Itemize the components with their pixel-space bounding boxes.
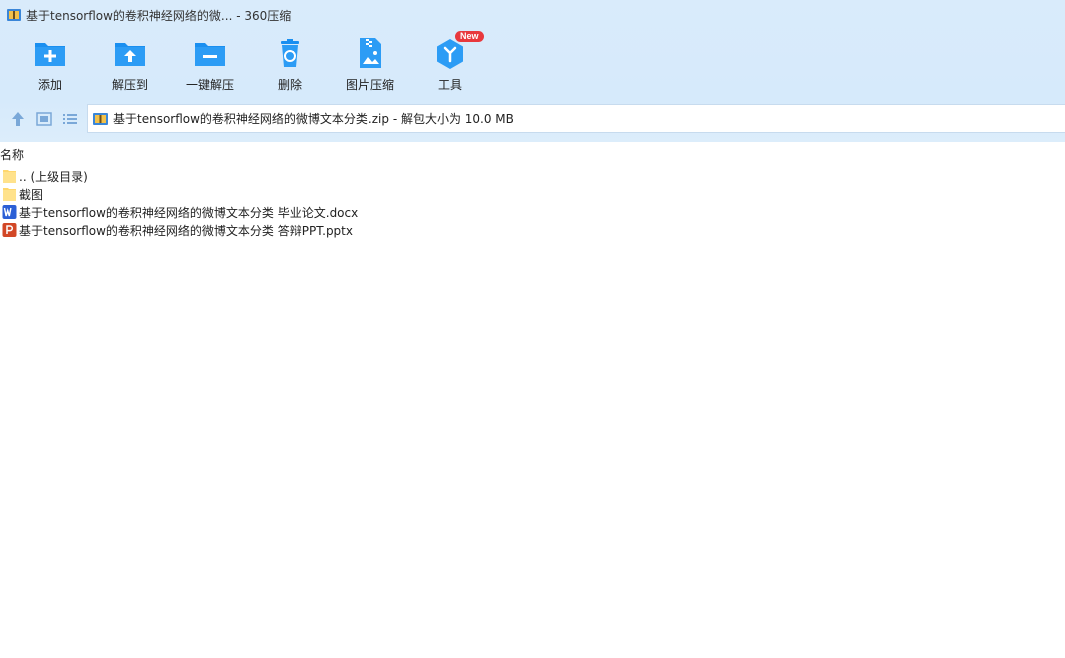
add-button[interactable]: 添加	[10, 34, 90, 96]
list-item[interactable]: 截图	[0, 185, 1065, 203]
delete-button[interactable]: 删除	[250, 34, 330, 96]
thumbnail-view-icon[interactable]	[35, 110, 53, 128]
archive-path: 基于tensorflow的卷积神经网络的微博文本分类.zip - 解包大小为 1…	[113, 112, 514, 126]
add-label: 添加	[37, 78, 62, 92]
tools-label: 工具	[437, 78, 462, 92]
add-folder-icon	[35, 43, 65, 66]
extract-to-button[interactable]: 解压到	[90, 34, 170, 96]
item-name: 基于tensorflow的卷积神经网络的微博文本分类 答辩PPT.pptx	[19, 223, 353, 238]
image-compress-button[interactable]: 图片压缩	[330, 34, 410, 96]
one-click-extract-label: 一键解压	[185, 78, 234, 92]
list-item[interactable]: 基于tensorflow的卷积神经网络的微博文本分类 答辩PPT.pptx	[0, 221, 1065, 239]
powerpoint-icon	[2, 223, 17, 237]
tools-button[interactable]: New 工具	[410, 31, 490, 96]
file-list: .. (上级目录) 截图 基于tensorflow的卷积神经网络的微博文本分类 …	[0, 167, 1065, 239]
navigation-row: 基于tensorflow的卷积神经网络的微博文本分类.zip - 解包大小为 1…	[0, 104, 1065, 134]
new-badge: New	[455, 31, 484, 42]
list-item[interactable]: 基于tensorflow的卷积神经网络的微博文本分类 毕业论文.docx	[0, 203, 1065, 221]
extract-to-label: 解压到	[111, 78, 148, 92]
image-compress-label: 图片压缩	[345, 78, 394, 92]
image-compress-icon	[360, 38, 381, 68]
delete-icon	[281, 39, 299, 67]
item-name: 基于tensorflow的卷积神经网络的微博文本分类 毕业论文.docx	[19, 205, 359, 220]
extract-to-icon	[115, 43, 145, 66]
word-document-icon	[2, 205, 17, 219]
list-item[interactable]: .. (上级目录)	[0, 167, 1065, 185]
address-bar[interactable]: 基于tensorflow的卷积神经网络的微博文本分类.zip - 解包大小为 1…	[87, 104, 1065, 133]
folder-icon	[3, 170, 16, 183]
toolbar: 添加 解压到 一键解压 删除 图片压缩 New 工具	[0, 31, 520, 96]
item-name: 截图	[19, 187, 44, 202]
zip-app-icon	[7, 9, 21, 21]
one-click-extract-icon	[195, 43, 225, 66]
window-title: 基于tensorflow的卷积神经网络的微... - 360压缩	[26, 8, 292, 23]
list-view-icon[interactable]	[61, 110, 79, 128]
column-header-name[interactable]: 名称	[0, 146, 24, 162]
up-arrow-icon[interactable]	[9, 110, 27, 128]
delete-label: 删除	[277, 78, 302, 92]
one-click-extract-button[interactable]: 一键解压	[170, 34, 250, 96]
zip-file-icon	[93, 112, 108, 125]
folder-icon	[3, 188, 16, 201]
item-name: .. (上级目录)	[19, 169, 88, 184]
title-bar: 基于tensorflow的卷积神经网络的微... - 360压缩	[0, 0, 1065, 30]
